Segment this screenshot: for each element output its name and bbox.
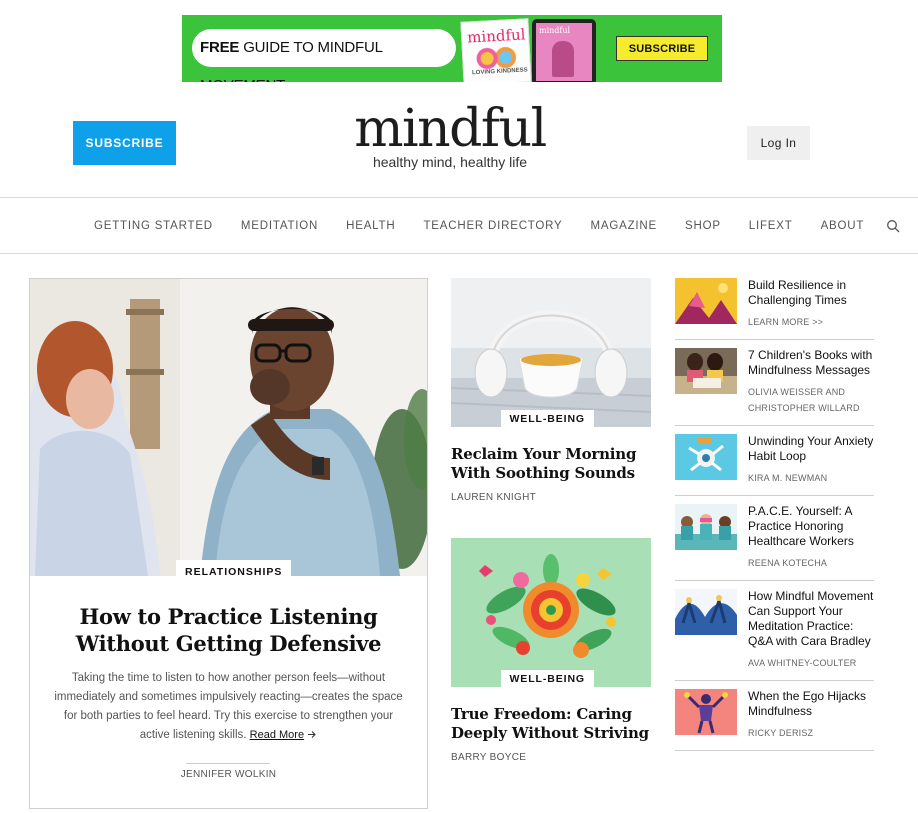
article-author[interactable]: LAUREN KNIGHT xyxy=(451,492,651,503)
list-item-title[interactable]: 7 Children's Books with Mindfulness Mess… xyxy=(748,348,874,378)
tablet-image: mindful xyxy=(532,19,596,82)
login-button[interactable]: Log In xyxy=(747,126,810,160)
logo-wordmark: mindful xyxy=(354,99,547,159)
list-item[interactable]: 7 Children's Books with Mindfulness Mess… xyxy=(675,348,874,426)
featured-category-badge[interactable]: RELATIONSHIPS xyxy=(176,560,292,582)
list-item[interactable]: P.A.C.E. Yourself: A Practice Honoring H… xyxy=(675,504,874,581)
nav-health[interactable]: HEALTH xyxy=(346,220,395,232)
site-logo[interactable]: mindful healthy mind, healthy life xyxy=(340,98,560,170)
nav-divider xyxy=(0,253,918,254)
arrow-right-icon xyxy=(308,731,317,738)
article-author[interactable]: BARRY BOYCE xyxy=(451,752,651,763)
nav-getting-started[interactable]: GETTING STARTED xyxy=(94,220,213,232)
list-item[interactable]: Unwinding Your Anxiety Habit Loop KIRA M… xyxy=(675,434,874,496)
featured-article-title[interactable]: How to Practice Listening Without Gettin… xyxy=(50,603,407,657)
thumbnail-image[interactable] xyxy=(675,434,737,480)
list-item-title[interactable]: Build Resilience in Challenging Times xyxy=(748,278,874,308)
featured-article-card[interactable]: RELATIONSHIPS How to Practice Listening … xyxy=(29,278,428,809)
list-item-byline[interactable]: KIRA M. NEWMAN xyxy=(748,470,874,486)
main-nav: GETTING STARTED MEDITATION HEALTH TEACHE… xyxy=(80,216,900,236)
nav-magazine[interactable]: MAGAZINE xyxy=(591,220,657,232)
list-item-byline[interactable]: RICKY DERISZ xyxy=(748,725,874,741)
sidebar-article-list: Build Resilience in Challenging Times LE… xyxy=(675,278,874,759)
nav-meditation[interactable]: MEDITATION xyxy=(241,220,318,232)
ad-subscribe-button[interactable]: SUBSCRIBE xyxy=(616,36,708,61)
header-divider xyxy=(0,197,918,198)
featured-author[interactable]: JENNIFER WOLKIN xyxy=(30,769,427,780)
list-item-title[interactable]: How Mindful Movement Can Support Your Me… xyxy=(748,589,874,649)
magazine-cover-art xyxy=(472,45,520,71)
article-title[interactable]: Reclaim Your Morning With Soothing Sound… xyxy=(451,445,651,483)
nav-teacher-directory[interactable]: TEACHER DIRECTORY xyxy=(423,220,562,232)
thumbnail-image[interactable] xyxy=(675,348,737,394)
category-badge[interactable]: WELL-BEING xyxy=(500,670,594,687)
list-item-title[interactable]: Unwinding Your Anxiety Habit Loop xyxy=(748,434,874,464)
thumbnail-image[interactable] xyxy=(675,278,737,324)
thumbnail-image[interactable] xyxy=(675,504,737,550)
article-image-paper-flowers[interactable]: WELL-BEING xyxy=(451,538,651,687)
author-divider xyxy=(186,763,270,764)
ad-free-label: FREE xyxy=(200,39,240,56)
thumbnail-image[interactable] xyxy=(675,589,737,635)
featured-article-image[interactable] xyxy=(30,279,427,576)
list-item[interactable]: Build Resilience in Challenging Times LE… xyxy=(675,278,874,340)
tablet-cover-title: mindful xyxy=(539,26,571,35)
article-card[interactable]: WELL-BEING True Freedom: Caring Deeply W… xyxy=(451,538,651,763)
featured-article-excerpt: Taking the time to listen to how another… xyxy=(52,669,405,745)
list-item-title[interactable]: When the Ego Hijacks Mindfulness xyxy=(748,689,874,719)
list-item-byline[interactable]: REENA KOTECHA xyxy=(748,555,874,571)
list-item-byline[interactable]: OLIVIA WEISSER AND CHRISTOPHER WILLARD xyxy=(748,384,874,416)
thumbnail-image[interactable] xyxy=(675,689,737,735)
category-badge[interactable]: WELL-BEING xyxy=(500,410,594,427)
subscribe-button[interactable]: SUBSCRIBE xyxy=(73,121,176,165)
list-item-title[interactable]: P.A.C.E. Yourself: A Practice Honoring H… xyxy=(748,504,874,549)
logo-tagline: healthy mind, healthy life xyxy=(372,154,528,170)
list-item[interactable]: How Mindful Movement Can Support Your Me… xyxy=(675,589,874,681)
list-item-byline[interactable]: AVA WHITNEY-COULTER xyxy=(748,655,874,671)
article-card[interactable]: WELL-BEING Reclaim Your Morning With Soo… xyxy=(451,278,651,503)
excerpt-text: Taking the time to listen to how another… xyxy=(54,672,403,741)
magazine-cover-title: mindful xyxy=(466,25,526,47)
article-image-headphones-tea[interactable]: WELL-BEING xyxy=(451,278,651,427)
read-more-label: Read More xyxy=(249,729,305,741)
nav-lifext[interactable]: LIFEXT xyxy=(749,220,793,232)
nav-about[interactable]: ABOUT xyxy=(821,220,865,232)
search-icon[interactable] xyxy=(886,219,900,233)
magazine-cover-image: mindful LOVING KINDNESS xyxy=(460,18,532,82)
read-more-link[interactable]: Read More xyxy=(250,729,304,741)
list-item[interactable]: When the Ego Hijacks Mindfulness RICKY D… xyxy=(675,689,874,751)
subscription-ad-banner[interactable]: FREE GUIDE TO MINDFUL MOVEMENT mindful L… xyxy=(182,15,722,82)
ad-headline: FREE GUIDE TO MINDFUL MOVEMENT xyxy=(192,29,456,82)
list-item-byline[interactable]: LEARN MORE >> xyxy=(748,314,874,330)
nav-shop[interactable]: SHOP xyxy=(685,220,721,232)
article-title[interactable]: True Freedom: Caring Deeply Without Stri… xyxy=(451,705,651,743)
